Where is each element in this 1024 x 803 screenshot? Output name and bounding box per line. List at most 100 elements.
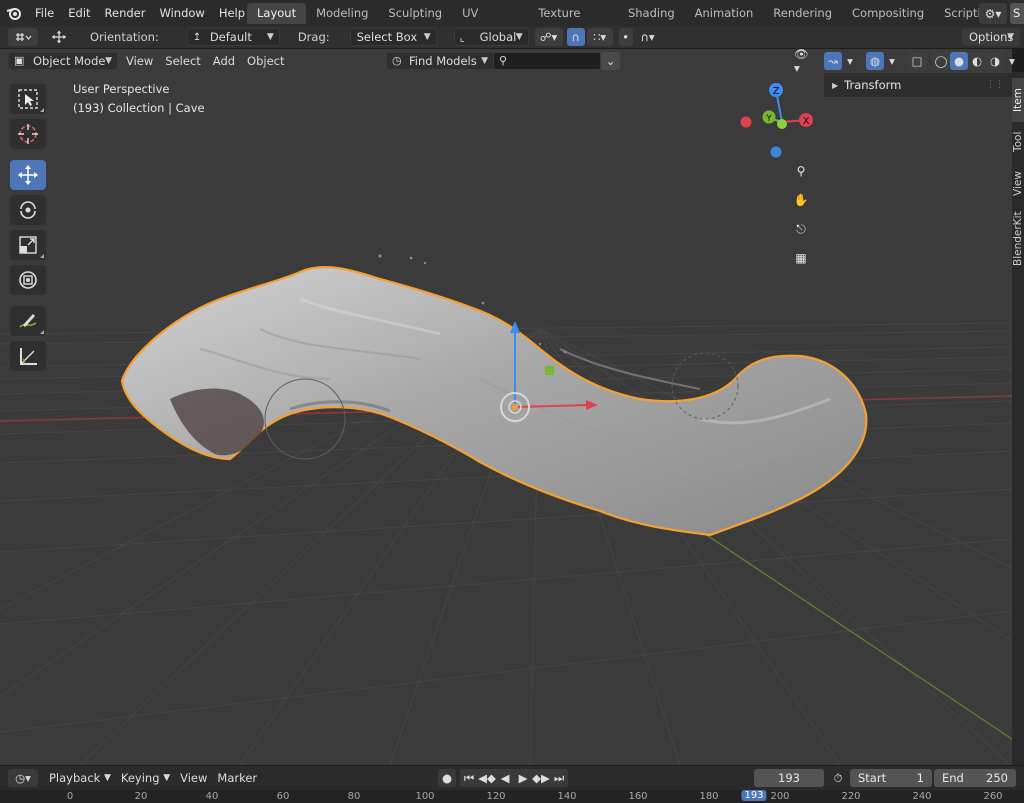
rotate-tool-icon[interactable] <box>10 195 46 225</box>
menu-window[interactable]: Window <box>152 0 211 26</box>
tab-modeling[interactable]: Modeling <box>306 3 379 24</box>
tab-view[interactable]: View <box>1012 164 1024 204</box>
tab-tool[interactable]: Tool <box>1012 122 1024 162</box>
cursor-tool-icon[interactable] <box>10 119 46 149</box>
scale-tool-icon[interactable] <box>10 230 46 260</box>
pivot-point-icon[interactable]: ☍▾ <box>534 28 563 46</box>
tab-texture-paint[interactable]: Texture Paint <box>528 3 618 41</box>
next-keyframe-icon[interactable]: ◆▶ <box>532 769 550 787</box>
snap-magnet-icon[interactable]: ∩ <box>566 28 585 46</box>
end-frame-field[interactable]: End 250 <box>934 769 1016 787</box>
ortho-grid-icon[interactable]: ▦ <box>789 246 813 270</box>
jump-end-icon[interactable]: ⏭ <box>550 769 568 787</box>
snap-target-icon[interactable]: ∷▾ <box>586 28 613 46</box>
blender-logo-icon[interactable] <box>0 0 28 26</box>
options-dropdown[interactable]: Options ▼ <box>962 28 1020 46</box>
play-reverse-icon[interactable]: ◀ <box>496 769 514 787</box>
menu-help[interactable]: Help <box>212 0 252 26</box>
material-shading-icon[interactable]: ◐ <box>968 51 986 70</box>
transform-panel-header[interactable]: ▶ Transform ⋮⋮ <box>824 73 1012 97</box>
scene-icon[interactable]: ⚙▾ <box>979 3 1007 24</box>
current-frame-field[interactable]: 193 <box>754 769 824 787</box>
wireframe-shading-icon[interactable]: ◯ <box>932 51 950 70</box>
menu-playback[interactable]: Playback ▼ <box>44 769 116 787</box>
tab-shading[interactable]: Shading <box>617 3 685 24</box>
current-frame-indicator[interactable]: 193 <box>741 790 767 801</box>
overlays-toggle-icon[interactable]: ◍ <box>866 51 884 70</box>
gizmo-z-label: Z <box>773 86 780 97</box>
pan-hand-icon[interactable]: ✋ <box>789 188 813 212</box>
tab-sculpting[interactable]: Sculpting <box>378 3 453 24</box>
falloff-curve-icon[interactable]: ∩▾ <box>635 28 661 46</box>
gizmo-toggle-icon[interactable]: ↝ <box>824 51 842 70</box>
tab-animation[interactable]: Animation <box>684 3 764 24</box>
search-chevron-icon[interactable]: ⌄ <box>601 51 620 70</box>
ruler-tick: 240 <box>912 791 932 802</box>
menu-render[interactable]: Render <box>98 0 153 26</box>
gizmo-dropdown-icon[interactable]: ▾ <box>842 52 858 70</box>
proportional-edit-icon[interactable]: • <box>618 28 633 46</box>
tab-layout[interactable]: Layout <box>247 3 307 24</box>
prev-keyframe-icon[interactable]: ◀◆ <box>478 769 496 787</box>
drag-label: Drag: <box>297 30 330 44</box>
menu-timeline-view[interactable]: View <box>175 769 212 787</box>
ruler-tick: 140 <box>557 791 577 802</box>
select-box-tool-icon[interactable] <box>10 84 46 114</box>
camera-view-icon[interactable]: ⎋ <box>789 217 813 241</box>
move-tool-icon[interactable] <box>10 160 46 190</box>
jump-start-icon[interactable]: ⏮ <box>460 769 478 787</box>
transform-orientation-dropdown[interactable]: ⌞ Global ▼ <box>453 28 529 46</box>
tab-blenderkit[interactable]: BlenderKit <box>1012 206 1024 272</box>
chevron-down-icon: ▼ <box>105 55 112 66</box>
search-input[interactable]: ⚲ <box>493 51 601 70</box>
play-icon[interactable]: ▶ <box>514 769 532 787</box>
snap-grid-icon[interactable] <box>8 28 38 46</box>
drag-dropdown[interactable]: Select Box ▼ <box>349 28 437 46</box>
object-mode-dropdown[interactable]: ▣ Object Mode ▼ <box>8 51 118 70</box>
record-icon[interactable]: ● <box>438 769 456 787</box>
tab-item[interactable]: Item <box>1012 78 1024 122</box>
xray-toggle-icon[interactable]: □ <box>907 51 927 70</box>
gizmo-x-label: X <box>803 116 810 127</box>
chevron-down-icon: ▼ <box>515 32 523 42</box>
navigation-axis-gizmo[interactable]: Z X Y <box>736 80 816 160</box>
transform-tool-icon[interactable] <box>10 265 46 295</box>
move-tool-icon[interactable] <box>46 28 72 46</box>
search-icon: ⚲ <box>499 54 508 67</box>
visibility-eye-icon[interactable]: 👁▾ <box>789 47 819 75</box>
drag-handle-icon[interactable]: ⋮⋮ <box>986 80 1004 90</box>
orientation-dropdown[interactable]: ↥ Default ▼ <box>186 28 280 46</box>
solid-shading-icon[interactable]: ● <box>950 51 968 70</box>
menu-select[interactable]: Select <box>160 52 205 70</box>
ruler-tick: 100 <box>415 791 435 802</box>
object-mode-icon: ▣ <box>14 54 25 67</box>
shading-dropdown-icon[interactable]: ▾ <box>1004 52 1020 70</box>
scene-name-field[interactable]: S <box>1010 3 1024 24</box>
tab-rendering[interactable]: Rendering <box>763 3 843 24</box>
ruler-tick: 160 <box>628 791 648 802</box>
menu-view[interactable]: View <box>121 52 158 70</box>
timeline-editor-icon[interactable]: ◷▾ <box>8 769 38 787</box>
menu-keying[interactable]: Keying ▼ <box>116 769 175 787</box>
3d-viewport[interactable]: User Perspective (193) Collection | Cave… <box>0 49 1012 765</box>
rendered-shading-icon[interactable]: ◑ <box>986 51 1004 70</box>
tab-compositing[interactable]: Compositing <box>842 3 935 24</box>
menu-file[interactable]: File <box>28 0 61 26</box>
menu-object[interactable]: Object <box>242 52 289 70</box>
overlays-dropdown-icon[interactable]: ▾ <box>884 52 900 70</box>
menu-marker[interactable]: Marker <box>212 769 262 787</box>
tab-uv-editing[interactable]: UV Editing <box>452 3 529 41</box>
annotate-tool-icon[interactable] <box>10 306 46 336</box>
find-models-dropdown[interactable]: ◷ Find Models ▼ <box>386 51 494 70</box>
stopwatch-icon[interactable]: ⏱ <box>828 769 848 787</box>
start-frame-field[interactable]: Start 1 <box>850 769 932 787</box>
menu-edit[interactable]: Edit <box>61 0 97 26</box>
zoom-icon[interactable]: ⚲ <box>789 159 813 183</box>
measure-tool-icon[interactable] <box>10 341 46 371</box>
timeline-ruler[interactable]: 0 20 40 60 80 100 120 140 160 180 200 22… <box>0 790 1024 803</box>
chevron-down-icon: ▼ <box>163 773 171 783</box>
scene-selector: ⚙▾ S <box>979 3 1024 24</box>
gizmo-y-label: Y <box>765 114 772 124</box>
ruler-tick: 200 <box>770 791 790 802</box>
menu-add[interactable]: Add <box>208 52 240 70</box>
